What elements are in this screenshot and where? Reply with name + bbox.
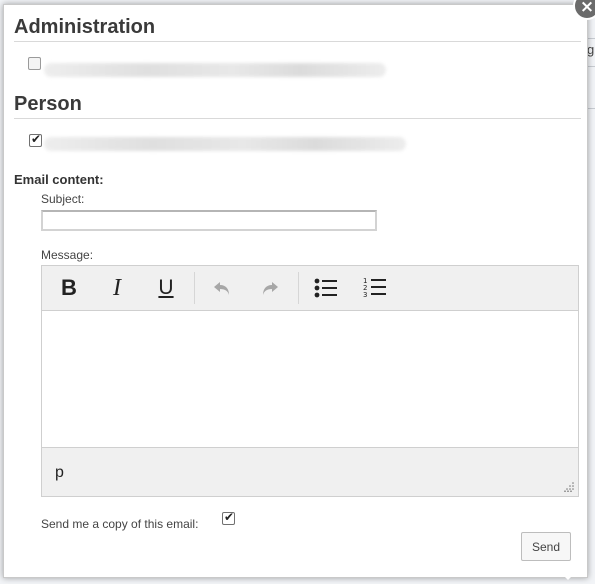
background-divider [588, 66, 595, 67]
copy-email-checkbox[interactable] [222, 510, 235, 525]
element-path[interactable]: p [55, 464, 64, 482]
bold-button[interactable]: B [49, 272, 89, 304]
message-body[interactable] [42, 311, 578, 447]
background-divider [588, 108, 595, 109]
italic-button[interactable]: I [97, 272, 137, 304]
svg-text:3: 3 [363, 291, 367, 299]
section-title-administration: Administration [14, 16, 156, 38]
italic-icon: I [113, 274, 121, 301]
resize-handle-icon[interactable] [564, 482, 574, 492]
redo-icon [263, 282, 278, 295]
bullet-list-button[interactable] [306, 272, 346, 304]
undo-icon [214, 282, 229, 295]
email-dialog: Administration Person Email content: Sub… [3, 4, 588, 578]
subject-label: Subject: [41, 192, 85, 206]
message-editor: B I U 1 2 3 p [41, 265, 579, 497]
bold-icon: B [61, 275, 77, 300]
copy-email-label: Send me a copy of this email: [41, 517, 199, 531]
editor-statusbar: p [42, 447, 578, 496]
underline-button[interactable]: U [146, 272, 186, 304]
email-content-label: Email content: [14, 172, 104, 187]
toolbar-separator [194, 272, 195, 304]
subject-input[interactable] [41, 210, 377, 231]
numbered-list-button[interactable]: 1 2 3 [355, 272, 395, 304]
bullet-list-icon [314, 278, 337, 298]
toolbar-separator [298, 272, 299, 304]
dialog-pointer [560, 572, 576, 580]
administration-checkbox[interactable] [28, 57, 41, 70]
section-title-person: Person [14, 93, 82, 115]
redacted-recipient-list [44, 137, 406, 151]
section-divider [14, 118, 581, 119]
editor-toolbar: B I U 1 2 3 [42, 266, 578, 311]
message-label: Message: [41, 248, 94, 262]
redo-button[interactable] [250, 272, 290, 304]
numbered-list-icon: 1 2 3 [363, 277, 386, 299]
person-checkbox[interactable] [29, 132, 42, 147]
undo-button[interactable] [202, 272, 242, 304]
redacted-recipient-list [44, 63, 386, 77]
underline-icon: U [158, 276, 174, 299]
background-text-fragment: g [587, 42, 595, 57]
send-button[interactable]: Send [521, 532, 571, 561]
section-divider [14, 41, 581, 42]
background-divider [588, 38, 595, 39]
